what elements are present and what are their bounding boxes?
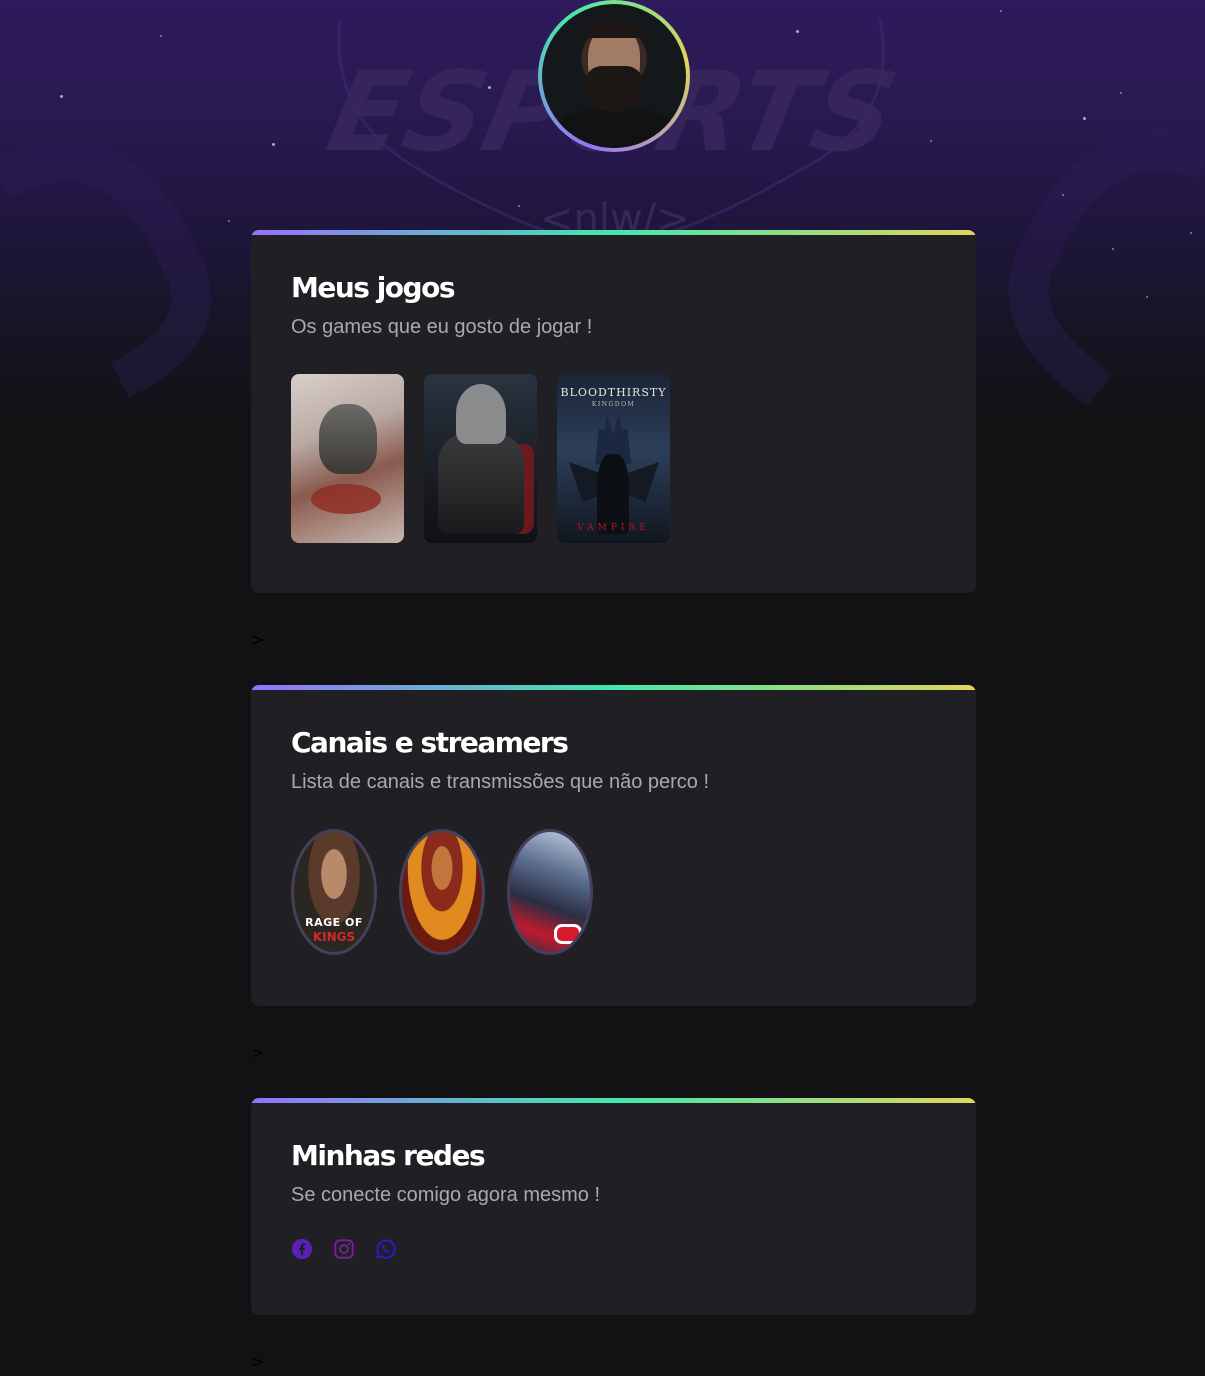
channel-warrior[interactable] [399, 829, 485, 955]
separator: > [251, 630, 265, 649]
instagram-icon[interactable] [333, 1238, 355, 1260]
separator: > [251, 1352, 265, 1371]
channel-label: KINGS [312, 930, 356, 944]
cover-title: BLOODTHIRSTY [560, 386, 667, 399]
section-title: Minhas redes [291, 1139, 486, 1172]
section-subtitle: Os games que eu gosto de jogar ! [291, 316, 593, 338]
game-cover-assassins-creed[interactable] [424, 374, 537, 543]
games-list: BLOODTHIRSTY KINGDOM VAMPIRE [291, 374, 936, 543]
whatsapp-icon[interactable] [375, 1238, 397, 1260]
section-title: Canais e streamers [291, 726, 569, 759]
game-cover-bloodthirsty-kingdom[interactable]: BLOODTHIRSTY KINGDOM VAMPIRE [557, 374, 670, 543]
section-subtitle: Se conecte comigo agora mesmo ! [291, 1184, 601, 1206]
cover-subtitle: KINGDOM [591, 401, 636, 408]
section-socials: Minhas redes Se conecte comigo agora mes… [251, 1098, 976, 1315]
social-links [291, 1238, 936, 1260]
section-my-games: Meus jogos Os games que eu gosto de joga… [251, 230, 976, 593]
channel-modern-combat[interactable] [507, 829, 593, 955]
section-title: Meus jogos [291, 271, 455, 304]
gameloft-logo-icon [554, 924, 582, 944]
cover-footer: VAMPIRE [577, 523, 650, 533]
game-cover-for-honor[interactable] [291, 374, 404, 543]
channel-label: RAGE OF [305, 916, 363, 929]
facebook-icon[interactable] [291, 1238, 313, 1260]
profile-avatar [538, 0, 690, 152]
channel-rage-of-kings[interactable]: RAGE OF KINGS [291, 829, 377, 955]
separator: > [251, 1043, 265, 1062]
section-channels: Canais e streamers Lista de canais e tra… [251, 685, 976, 1006]
avatar-photo [542, 4, 686, 148]
section-subtitle: Lista de canais e transmissões que não p… [291, 771, 710, 793]
channels-list: RAGE OF KINGS [291, 829, 936, 955]
